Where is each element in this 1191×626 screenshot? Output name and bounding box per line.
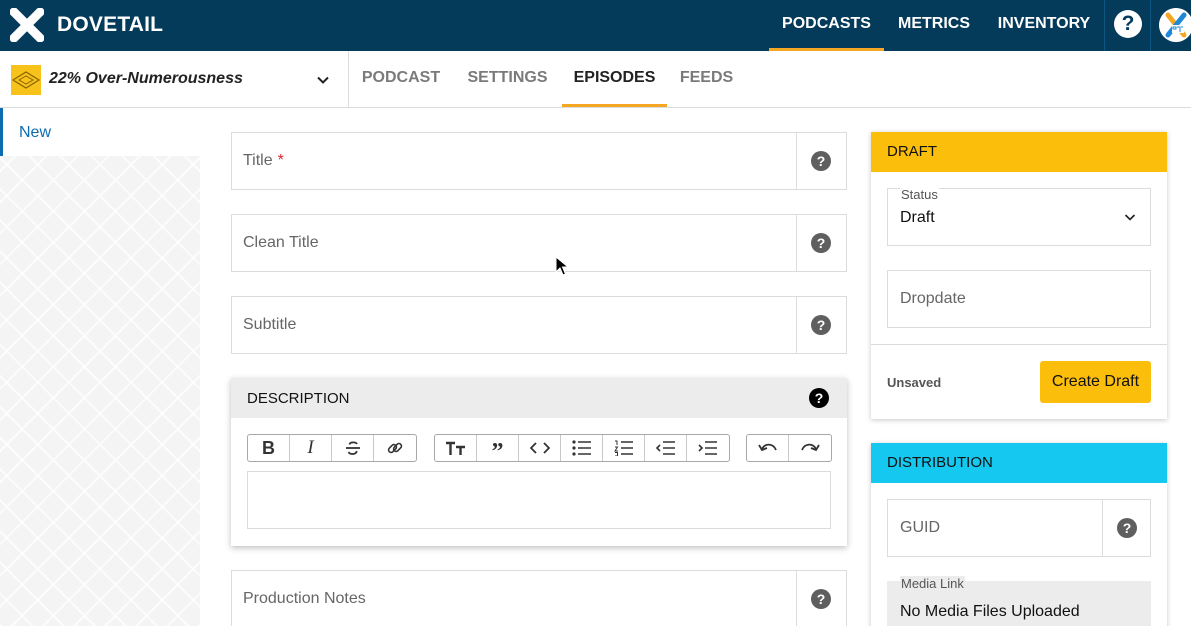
media-link-label: Media Link [900, 576, 965, 591]
status-value: Draft [900, 209, 935, 226]
help-icon[interactable]: ? [809, 388, 829, 408]
production-notes-field[interactable]: Production Notes ? [231, 570, 847, 626]
description-text-area[interactable] [247, 471, 831, 529]
dropdate-input[interactable]: Dropdate [887, 270, 1151, 328]
create-draft-button[interactable]: Create Draft [1040, 361, 1151, 403]
podcast-artwork-icon [11, 71, 41, 89]
draft-panel: DRAFT Status Draft Dropdate Unsaved Crea… [871, 132, 1167, 419]
history-toolbar-group [746, 434, 832, 462]
description-title: DESCRIPTION [247, 390, 350, 407]
redo-icon[interactable] [789, 435, 831, 461]
brand-name[interactable]: DOVETAIL [57, 13, 163, 37]
format-toolbar-group: B I [247, 434, 417, 462]
status-label: Status [900, 187, 939, 202]
top-navigation-bar: DOVETAIL PODCASTS METRICS INVENTORY ? [0, 0, 1191, 51]
indent-icon[interactable] [687, 435, 729, 461]
nav-inventory[interactable]: INVENTORY [984, 0, 1104, 51]
podcast-thumbnail [11, 65, 41, 95]
block-toolbar-group: ” [434, 434, 730, 464]
help-icon: ? [811, 589, 831, 609]
chevron-down-icon [1124, 214, 1136, 221]
help-icon: ? [811, 233, 831, 253]
prx-logo-icon [1159, 8, 1191, 42]
required-marker: * [277, 152, 284, 169]
subtitle-help-button[interactable]: ? [796, 297, 846, 353]
description-editor: DESCRIPTION ? B I ” [231, 378, 847, 546]
dovetail-logo-icon[interactable] [10, 8, 44, 42]
help-icon[interactable]: ? [1114, 10, 1142, 38]
code-icon[interactable] [519, 435, 561, 461]
chevron-down-icon[interactable] [316, 73, 330, 87]
bold-icon[interactable]: B [248, 435, 290, 461]
italic-icon[interactable]: I [290, 435, 332, 461]
production-notes-label: Production Notes [243, 590, 366, 607]
status-select[interactable]: Status Draft [887, 187, 1151, 246]
media-link-value: No Media Files Uploaded [900, 603, 1080, 620]
distribution-panel-header: DISTRIBUTION [871, 443, 1167, 483]
guid-label: GUID [900, 519, 940, 536]
mouse-pointer-icon [555, 256, 569, 276]
media-link-field: Media Link No Media Files Uploaded [887, 576, 1151, 626]
title-field[interactable]: Title * ? [231, 132, 847, 190]
title-label: Title * [243, 152, 284, 169]
undo-icon[interactable] [747, 435, 789, 461]
tab-settings[interactable]: SETTINGS [453, 51, 562, 107]
nav-divider [1104, 0, 1105, 51]
nav-metrics[interactable]: METRICS [884, 0, 984, 51]
sidebar-item-new[interactable]: New [0, 108, 200, 156]
outdent-icon[interactable] [645, 435, 687, 461]
strikethrough-icon[interactable] [332, 435, 374, 461]
unsaved-status: Unsaved [887, 375, 942, 390]
nav-podcasts[interactable]: PODCASTS [769, 0, 884, 51]
text-size-icon[interactable] [435, 435, 477, 461]
user-avatar[interactable] [1159, 8, 1191, 42]
subtitle-label: Subtitle [243, 316, 297, 333]
sidebar-background [0, 156, 200, 626]
help-icon: ? [811, 151, 831, 171]
distribution-panel: DISTRIBUTION GUID ? Media Link No Media … [871, 443, 1167, 626]
clean-title-help-button[interactable]: ? [796, 215, 846, 271]
podcast-subheader: 22% Over-Numerousness PODCAST SETTINGS E… [0, 51, 1191, 108]
help-icon: ? [1117, 518, 1137, 538]
guid-help-button[interactable]: ? [1102, 500, 1150, 556]
quote-icon[interactable]: ” [477, 435, 519, 464]
dropdate-placeholder: Dropdate [900, 290, 966, 307]
tab-episodes[interactable]: EPISODES [562, 51, 667, 107]
clean-title-field[interactable]: Clean Title ? [231, 214, 847, 272]
tab-feeds[interactable]: FEEDS [667, 51, 746, 107]
guid-field[interactable]: GUID ? [887, 499, 1151, 557]
tab-podcast[interactable]: PODCAST [349, 51, 453, 107]
draft-panel-header: DRAFT [871, 132, 1167, 172]
draft-panel-divider [871, 344, 1167, 345]
bullet-list-icon[interactable] [561, 435, 603, 461]
help-icon: ? [811, 315, 831, 335]
podcast-selector[interactable]: 22% Over-Numerousness [49, 70, 243, 88]
clean-title-label: Clean Title [243, 234, 319, 251]
sidebar-item-label: New [19, 124, 52, 141]
description-header: DESCRIPTION ? [231, 378, 847, 418]
title-help-button[interactable]: ? [796, 133, 846, 189]
production-notes-help-button[interactable]: ? [796, 571, 846, 626]
nav-divider [1150, 0, 1151, 51]
subtitle-field[interactable]: Subtitle ? [231, 296, 847, 354]
numbered-list-icon[interactable] [603, 435, 645, 461]
link-icon[interactable] [374, 435, 416, 461]
